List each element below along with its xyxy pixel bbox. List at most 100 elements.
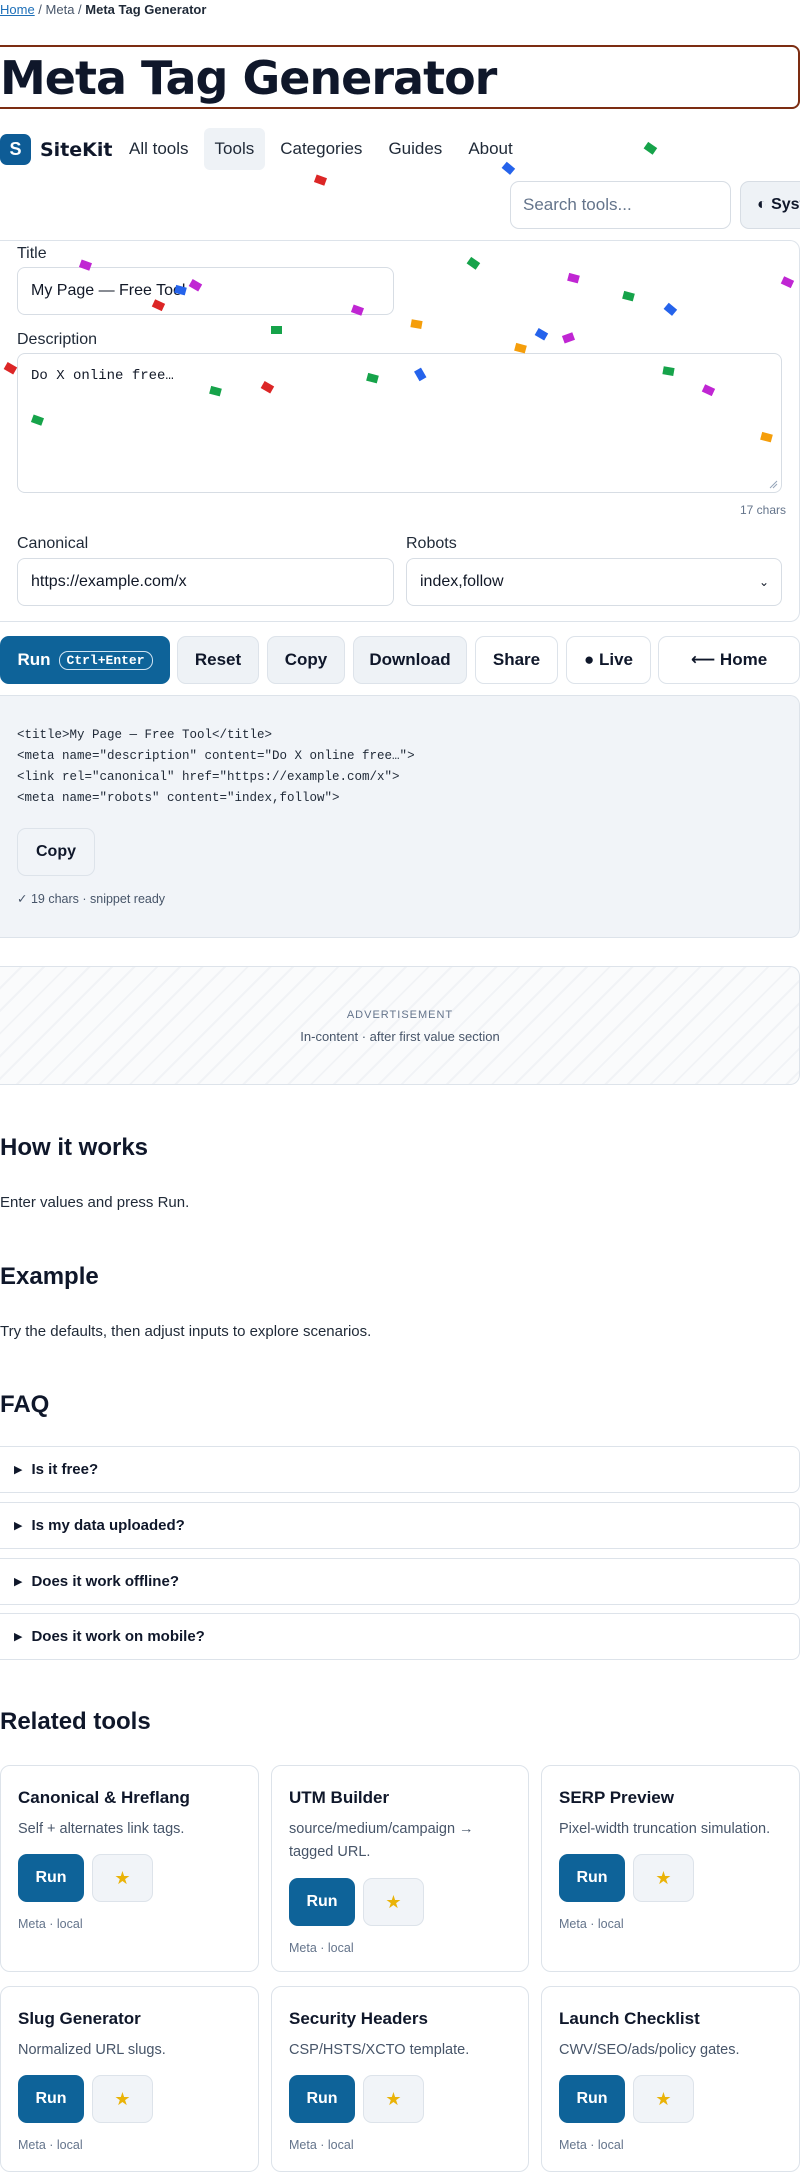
related-tool-run-button[interactable]: Run [18, 2075, 84, 2123]
nav-item-all-tools[interactable]: All tools [118, 128, 200, 170]
copy-output-button[interactable]: Copy [17, 828, 95, 876]
output-code-line: <title>My Page — Free Tool</title> [17, 728, 273, 742]
expand-triangle-icon: ▶ [14, 1520, 23, 1532]
download-button[interactable]: Download [353, 636, 467, 684]
breadcrumb-home-link[interactable]: Home [0, 2, 35, 17]
page-title: Meta Tag Generator [0, 51, 497, 105]
favorite-star-icon[interactable]: ★ [92, 1854, 153, 1902]
brand[interactable]: S SiteKit [0, 134, 112, 165]
nav-item-about[interactable]: About [457, 128, 523, 170]
faq-question: Is it free? [31, 1461, 99, 1478]
live-toggle-button[interactable]: ● Live [566, 636, 651, 684]
related-tool-meta: Meta · local [289, 2138, 354, 2152]
logo-icon: S [0, 134, 31, 165]
run-shortcut-badge: Ctrl+Enter [58, 650, 153, 670]
related-tool-title: UTM Builder [289, 1788, 390, 1807]
reset-button[interactable]: Reset [177, 636, 259, 684]
favorite-star-icon[interactable]: ★ [633, 1854, 694, 1902]
home-button[interactable]: ⟵ Home [658, 636, 800, 684]
description-field-value: Do X online free… [31, 368, 174, 384]
canonical-field[interactable]: https://example.com/x [17, 558, 394, 606]
resize-grip-icon[interactable] [768, 479, 778, 489]
breadcrumb: Home / Meta / Meta Tag Generator [0, 2, 206, 17]
favorite-star-icon[interactable]: ★ [363, 2075, 424, 2123]
example-text: Try the defaults, then adjust inputs to … [0, 1323, 372, 1340]
related-tool-description: CWV/SEO/ads/policy gates. [559, 2042, 740, 2058]
breadcrumb-section: Meta [45, 2, 75, 17]
main-nav: All tools Tools Categories Guides About [118, 128, 524, 170]
related-tool-run-button[interactable]: Run [18, 1854, 84, 1902]
related-tool-title: Security Headers [289, 2009, 428, 2028]
faq-question: Does it work on mobile? [31, 1628, 205, 1645]
ad-label: ADVERTISEMENT [346, 1009, 454, 1021]
share-button[interactable]: Share [475, 636, 558, 684]
description-char-count: 17 chars [740, 503, 787, 517]
input-form: Title My Page — Free Tool Description Do… [0, 240, 800, 622]
related-tool-card[interactable]: SERP Preview Pixel-width truncation simu… [541, 1765, 800, 1972]
related-tool-card[interactable]: UTM Builder source/medium/campaign → tag… [271, 1765, 529, 1972]
related-tool-description: CSP/HSTS/XCTO template. [289, 2042, 470, 2058]
faq-item[interactable]: ▶ Is my data uploaded? [0, 1502, 800, 1549]
related-tool-title: Launch Checklist [559, 2009, 700, 2028]
run-button-label: Run [17, 650, 51, 669]
breadcrumb-separator: / [74, 2, 86, 17]
nav-item-categories[interactable]: Categories [269, 128, 373, 170]
confetti-piece [313, 174, 328, 186]
output-code-line: <link rel="canonical" href="https://exam… [17, 770, 400, 784]
favorite-star-icon[interactable]: ★ [633, 2075, 694, 2123]
robots-select-value: index,follow [420, 573, 504, 590]
robots-select[interactable]: index,follow ⌄ [406, 558, 782, 606]
theme-system-button[interactable]: ◐ System [740, 181, 800, 229]
faq-item[interactable]: ▶ Does it work on mobile? [0, 1613, 800, 1660]
related-tool-title: Canonical & Hreflang [18, 1788, 190, 1807]
related-tool-description: Self + alternates link tags. [18, 1821, 185, 1837]
favorite-star-icon[interactable]: ★ [363, 1878, 424, 1926]
related-tool-card[interactable]: Security Headers CSP/HSTS/XCTO template.… [271, 1986, 529, 2172]
nav-item-guides[interactable]: Guides [377, 128, 453, 170]
chevron-down-icon: ⌄ [758, 575, 769, 589]
related-tool-title: SERP Preview [559, 1788, 674, 1807]
related-tool-run-button[interactable]: Run [289, 2075, 355, 2123]
related-tool-description: source/medium/campaign → tagged URL. [289, 1821, 474, 1860]
faq-item[interactable]: ▶ Is it free? [0, 1446, 800, 1493]
output-status: ✓ 19 chars · snippet ready [17, 892, 166, 906]
title-label: Title [17, 245, 47, 262]
search-input[interactable] [510, 181, 731, 229]
ad-slot: ADVERTISEMENT In-content · after first v… [0, 966, 800, 1085]
faq-heading: FAQ [0, 1391, 50, 1418]
related-tool-meta: Meta · local [18, 2138, 83, 2152]
related-tool-description: Normalized URL slugs. [18, 2042, 166, 2058]
output-panel: <title>My Page — Free Tool</title> <meta … [0, 695, 800, 938]
related-tool-meta: Meta · local [559, 1917, 624, 1931]
favorite-star-icon[interactable]: ★ [92, 2075, 153, 2123]
breadcrumb-current: Meta Tag Generator [85, 2, 207, 17]
related-tool-card[interactable]: Slug Generator Normalized URL slugs. Run… [0, 1986, 259, 2172]
related-tool-card[interactable]: Launch Checklist CWV/SEO/ads/policy gate… [541, 1986, 800, 2172]
canonical-label: Canonical [17, 535, 89, 552]
faq-question: Is my data uploaded? [31, 1517, 185, 1534]
brand-name: SiteKit [40, 138, 113, 161]
expand-triangle-icon: ▶ [14, 1631, 23, 1643]
run-button[interactable]: Run Ctrl+Enter [0, 636, 170, 684]
related-tool-description: Pixel-width truncation simulation. [559, 1821, 771, 1837]
related-tool-meta: Meta · local [18, 1917, 83, 1931]
robots-label: Robots [406, 535, 457, 552]
faq-question: Does it work offline? [31, 1573, 179, 1590]
page-title-box: Meta Tag Generator [0, 45, 800, 109]
nav-item-tools[interactable]: Tools [203, 128, 266, 170]
expand-triangle-icon: ▶ [14, 1464, 23, 1476]
related-tool-card[interactable]: Canonical & Hreflang Self + alternates l… [0, 1765, 259, 1972]
description-field[interactable]: Do X online free… [17, 353, 782, 493]
related-tool-run-button[interactable]: Run [559, 1854, 625, 1902]
output-code: <title>My Page — Free Tool</title> <meta … [17, 725, 415, 809]
breadcrumb-separator: / [34, 2, 46, 17]
output-code-line: <meta name="robots" content="index,follo… [17, 791, 340, 805]
related-tool-run-button[interactable]: Run [559, 2075, 625, 2123]
related-tool-meta: Meta · local [289, 1941, 354, 1955]
ad-description: In-content · after first value section [300, 1029, 500, 1044]
faq-item[interactable]: ▶ Does it work offline? [0, 1558, 800, 1605]
copy-button[interactable]: Copy [267, 636, 345, 684]
title-field[interactable]: My Page — Free Tool [17, 267, 394, 315]
related-tool-run-button[interactable]: Run [289, 1878, 355, 1926]
expand-triangle-icon: ▶ [14, 1576, 23, 1588]
